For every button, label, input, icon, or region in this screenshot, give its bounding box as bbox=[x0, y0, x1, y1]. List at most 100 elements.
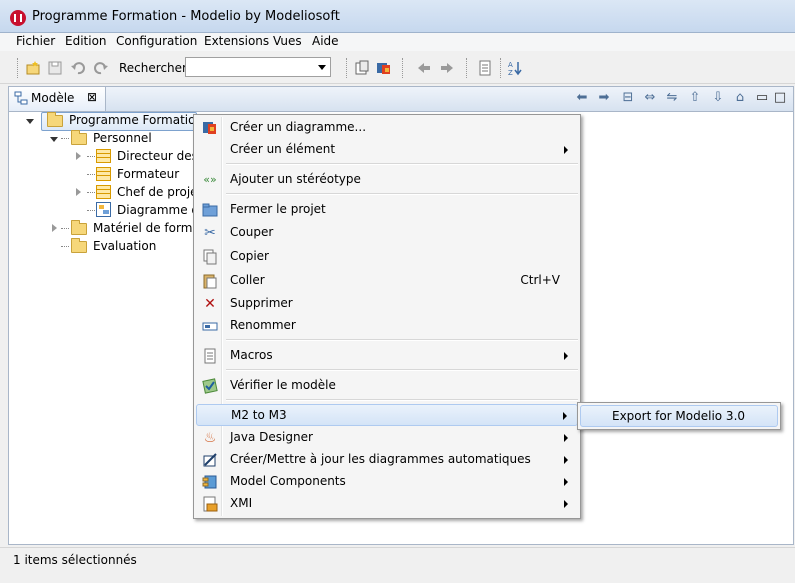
tree-connector bbox=[87, 174, 95, 175]
menu-item-verifier-modele[interactable]: Vérifier le modèle bbox=[196, 375, 578, 397]
folder-icon bbox=[71, 130, 87, 145]
navigate-back-icon[interactable] bbox=[416, 60, 432, 76]
home-icon[interactable]: ⌂ bbox=[733, 91, 747, 105]
menu-separator bbox=[226, 193, 578, 195]
arrow-right-icon[interactable]: ➡ bbox=[597, 91, 611, 105]
submenu-arrow-icon bbox=[564, 478, 568, 486]
menu-item-xmi[interactable]: XMI bbox=[196, 493, 578, 515]
tab-label: Modèle bbox=[31, 91, 75, 105]
tree-connector bbox=[87, 192, 95, 193]
tree-item-evaluation[interactable]: Evaluation bbox=[93, 237, 156, 255]
menu-item-copier[interactable]: Copier bbox=[196, 246, 578, 268]
diagram-icon bbox=[96, 202, 111, 217]
collapse-arrow-icon[interactable] bbox=[52, 224, 57, 232]
tree-item-materiel[interactable]: Matériel de formati bbox=[93, 219, 208, 237]
diagram-cube-icon[interactable] bbox=[376, 60, 392, 76]
tree-item-personnel[interactable]: Personnel bbox=[93, 129, 152, 147]
submenu-arrow-icon bbox=[564, 456, 568, 464]
menu-item-renommer[interactable]: Renommer bbox=[196, 315, 578, 337]
collapse-arrow-icon[interactable] bbox=[76, 152, 81, 160]
sort-alpha-icon[interactable]: AZ bbox=[507, 60, 523, 76]
redo-icon[interactable] bbox=[93, 60, 109, 76]
menu-item-couper[interactable]: ✂ Couper bbox=[196, 222, 578, 244]
menu-separator bbox=[226, 399, 578, 401]
minimize-icon[interactable]: ▭ bbox=[755, 91, 769, 105]
menu-extensions[interactable]: Extensions bbox=[204, 34, 269, 48]
auto-diagram-icon bbox=[203, 453, 217, 467]
svg-text:A: A bbox=[508, 61, 513, 69]
tree-connector bbox=[61, 228, 69, 229]
copy-icon bbox=[203, 249, 217, 265]
diagram-cube-icon bbox=[203, 122, 216, 134]
status-text: 1 items sélectionnés bbox=[13, 553, 137, 567]
collapse-all-icon[interactable]: ⊟ bbox=[621, 91, 635, 105]
link-editor-icon[interactable]: ⇔ bbox=[643, 91, 657, 105]
menu-edition[interactable]: Edition bbox=[65, 34, 107, 48]
toolbar-separator bbox=[17, 58, 19, 78]
menu-item-macros[interactable]: Macros bbox=[196, 345, 578, 367]
arrow-up-icon[interactable]: ⇧ bbox=[688, 91, 702, 105]
menu-item-creer-element[interactable]: Créer un élément bbox=[196, 139, 578, 161]
menu-label: Coller bbox=[230, 273, 265, 287]
menu-item-fermer-projet[interactable]: Fermer le projet bbox=[196, 199, 578, 221]
menu-item-creer-diagramme[interactable]: Créer un diagramme... bbox=[196, 117, 578, 139]
tree-item-programme-formation[interactable]: Programme Formation bbox=[69, 111, 203, 129]
sync-icon[interactable]: ⇋ bbox=[665, 91, 679, 105]
tree-connector bbox=[61, 138, 69, 139]
chevron-down-icon[interactable] bbox=[318, 65, 326, 70]
search-combo[interactable] bbox=[185, 57, 331, 77]
svg-text:Z: Z bbox=[508, 69, 513, 76]
menu-label: Fermer le projet bbox=[230, 202, 326, 216]
expand-arrow-icon[interactable] bbox=[26, 119, 34, 124]
menu-separator bbox=[226, 339, 578, 341]
context-menu: Créer un diagramme... Créer un élément «… bbox=[193, 114, 581, 519]
tab-modele[interactable]: Modèle ⊠ bbox=[9, 87, 106, 111]
undo-icon[interactable] bbox=[70, 60, 86, 76]
menu-item-supprimer[interactable]: ✕ Supprimer bbox=[196, 293, 578, 315]
menu-label: XMI bbox=[230, 496, 253, 510]
document-icon[interactable] bbox=[477, 60, 493, 76]
menu-configuration[interactable]: Configuration bbox=[116, 34, 197, 48]
menu-fichier[interactable]: Fichier bbox=[16, 34, 55, 48]
menu-item-m2-to-m3[interactable]: M2 to M3 bbox=[196, 404, 578, 426]
menu-aide[interactable]: Aide bbox=[312, 34, 339, 48]
arrow-down-icon[interactable]: ⇩ bbox=[711, 91, 725, 105]
navigate-forward-icon[interactable] bbox=[439, 60, 455, 76]
menu-item-export-modelio-3[interactable]: Export for Modelio 3.0 bbox=[580, 405, 778, 427]
save-icon[interactable] bbox=[47, 60, 63, 76]
folder-icon bbox=[47, 112, 63, 127]
modelio-app-icon bbox=[10, 10, 26, 26]
menu-item-model-components[interactable]: Model Components bbox=[196, 471, 578, 493]
submenu-m2-to-m3: Export for Modelio 3.0 bbox=[577, 402, 781, 430]
menu-item-ajouter-stereotype[interactable]: «» Ajouter un stéréotype bbox=[196, 169, 578, 191]
title-bar: Programme Formation - Modelio by Modelio… bbox=[0, 0, 795, 33]
menu-bar: Fichier Edition Configuration Extensions… bbox=[0, 33, 795, 51]
model-component-icon bbox=[202, 475, 217, 489]
maximize-icon[interactable]: □ bbox=[773, 91, 787, 105]
menu-item-coller[interactable]: Coller Ctrl+V bbox=[196, 270, 578, 292]
class-icon bbox=[96, 185, 111, 199]
menu-label: Couper bbox=[230, 225, 274, 239]
menu-vues[interactable]: Vues bbox=[273, 34, 302, 48]
main-toolbar: Rechercher : AZ bbox=[0, 52, 795, 84]
macro-document-icon bbox=[204, 348, 216, 364]
menu-label: Vérifier le modèle bbox=[230, 378, 336, 392]
submenu-arrow-icon bbox=[564, 434, 568, 442]
tree-item-chef-de-projet[interactable]: Chef de projet bbox=[117, 183, 202, 201]
menu-item-java-designer[interactable]: ♨ Java Designer bbox=[196, 427, 578, 449]
tree-connector bbox=[61, 246, 69, 247]
submenu-arrow-icon bbox=[563, 412, 567, 420]
java-icon: ♨ bbox=[203, 430, 217, 446]
arrow-left-icon[interactable]: ⬅ bbox=[575, 91, 589, 105]
menu-item-diagrammes-automatiques[interactable]: Créer/Mettre à jour les diagrammes autom… bbox=[196, 449, 578, 471]
tree-item-formateur[interactable]: Formateur bbox=[117, 165, 179, 183]
expand-arrow-icon[interactable] bbox=[50, 137, 58, 142]
close-icon[interactable]: ⊠ bbox=[87, 90, 97, 104]
class-icon bbox=[96, 167, 111, 181]
folder-icon bbox=[71, 238, 87, 253]
toolbar-separator bbox=[402, 58, 404, 78]
new-project-icon[interactable] bbox=[25, 60, 41, 76]
menu-label: Créer un diagramme... bbox=[230, 120, 367, 134]
collapse-arrow-icon[interactable] bbox=[76, 188, 81, 196]
report-icon[interactable] bbox=[354, 60, 370, 76]
